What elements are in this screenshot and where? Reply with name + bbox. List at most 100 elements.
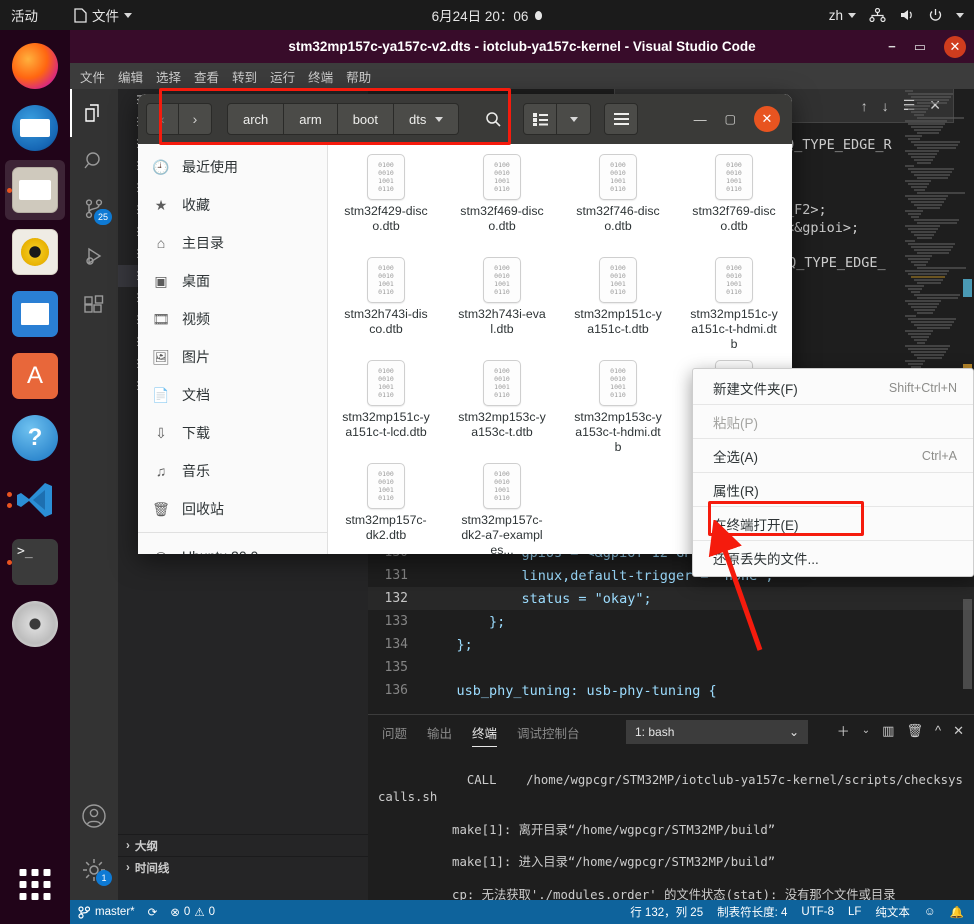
sidebar-item-video[interactable]: 🎞 视频	[138, 300, 327, 338]
activity-explorer[interactable]	[70, 89, 118, 137]
status-tab-size[interactable]: 制表符长度: 4	[717, 904, 787, 920]
close-button[interactable]: ✕	[944, 35, 966, 58]
tab-debug-console[interactable]: 调试控制台	[517, 715, 580, 750]
context-menu-item[interactable]: 还原丢失的文件...	[693, 541, 973, 574]
dock-item-dvd[interactable]	[5, 594, 65, 654]
close-panel-icon[interactable]: ✕	[953, 723, 964, 739]
menu-terminal[interactable]: 终端	[308, 67, 333, 86]
menu-selection[interactable]: 选择	[156, 67, 181, 86]
sidebar-item-trash[interactable]: 🗑 回收站	[138, 490, 327, 528]
code-line[interactable]: 135	[368, 656, 974, 679]
dock-item-firefox[interactable]	[5, 36, 65, 96]
system-indicators[interactable]: zh	[829, 8, 964, 23]
file-item[interactable]: 0100 0010 1001 0110 stm32h743i-disco.dtb	[328, 257, 444, 360]
split-terminal-icon[interactable]: ▥	[882, 723, 894, 739]
file-item[interactable]: 0100 0010 1001 0110 stm32f769-disco.dtb	[676, 154, 792, 257]
maximize-panel-icon[interactable]: ^	[935, 723, 941, 738]
status-problems[interactable]: ⊗ 0 ⚠ 0	[170, 905, 215, 919]
editor-scrollbar-thumb[interactable]	[963, 599, 972, 689]
sidebar-section-outline[interactable]: › 大纲	[118, 834, 368, 856]
code-line[interactable]: 136 usb_phy_tuning: usb-phy-tuning {	[368, 679, 974, 702]
minimize-button[interactable]: —	[694, 112, 707, 127]
menu-edit[interactable]: 编辑	[118, 67, 143, 86]
sidebar-item-music[interactable]: ♫ 音乐	[138, 452, 327, 490]
next-match-icon[interactable]: ↓	[882, 98, 889, 114]
activity-search[interactable]	[70, 137, 118, 185]
code-line[interactable]: 134 };	[368, 633, 974, 656]
menu-run[interactable]: 运行	[270, 67, 295, 86]
tab-problems[interactable]: 问题	[382, 715, 407, 750]
activity-settings[interactable]: 1	[70, 846, 118, 894]
sidebar-item-clock[interactable]: 🕘 最近使用	[138, 148, 327, 186]
activity-run-debug[interactable]	[70, 233, 118, 281]
file-item[interactable]: 0100 0010 1001 0110 stm32mp153c-ya153c-t-hdm…	[560, 360, 676, 463]
bell-icon[interactable]: 🔔	[950, 905, 964, 919]
dock-item-files[interactable]	[5, 160, 65, 220]
context-menu[interactable]: 新建文件夹(F) Shift+Ctrl+N 粘贴(P) 全选(A) Ctrl+A 属性(R…	[692, 368, 974, 577]
dock-item-thunderbird[interactable]	[5, 98, 65, 158]
file-manager-window-controls[interactable]: — ▢ ✕	[694, 106, 784, 132]
close-button[interactable]: ✕	[754, 106, 780, 132]
status-cursor-position[interactable]: 行 132，列 25	[630, 904, 703, 920]
dock-item-libreoffice-writer[interactable]	[5, 284, 65, 344]
file-item[interactable]: 0100 0010 1001 0110 stm32mp153c-ya153c-t.dtb	[444, 360, 560, 463]
previous-match-icon[interactable]: ↑	[861, 98, 868, 114]
vscode-menubar[interactable]: 文件 编辑 选择 查看 转到 运行 终端 帮助	[70, 63, 974, 89]
panel-tab-bar[interactable]: 问题 输出 终端 调试控制台 1: bash ⌄ ＋ ⌄ ▥ 🗑 ^ ✕	[368, 715, 974, 750]
sidebar-item-document[interactable]: 📄 文档	[138, 376, 327, 414]
status-encoding[interactable]: UTF-8	[801, 906, 834, 918]
file-item[interactable]: 0100 0010 1001 0110 stm32mp157c-dk2.dtb	[328, 463, 444, 554]
file-item[interactable]: 0100 0010 1001 0110 stm32mp151c-ya151c-t.dtb	[560, 257, 676, 360]
keyboard-layout-indicator[interactable]: zh	[829, 8, 856, 23]
sidebar-item-download[interactable]: ⇩ 下载	[138, 414, 327, 452]
file-item[interactable]: 0100 0010 1001 0110 stm32f746-disco.dtb	[560, 154, 676, 257]
view-options-button[interactable]	[557, 103, 592, 135]
sidebar-item-image[interactable]: 🖼 图片	[138, 338, 327, 376]
file-item[interactable]: 0100 0010 1001 0110 stm32mp157c-dk2-a7-examp…	[444, 463, 560, 554]
menu-help[interactable]: 帮助	[346, 67, 371, 86]
sidebar-item-desktop[interactable]: ▣ 桌面	[138, 262, 327, 300]
status-eol[interactable]: LF	[848, 906, 861, 918]
activity-extensions[interactable]	[70, 281, 118, 329]
file-item[interactable]: 0100 0010 1001 0110 stm32h743i-eval.dtb	[444, 257, 560, 360]
window-controls[interactable]: − ▭ ✕	[888, 35, 966, 58]
activity-source-control[interactable]: 25	[70, 185, 118, 233]
feedback-icon[interactable]: ☺	[924, 906, 936, 918]
view-list-button[interactable]	[523, 103, 558, 135]
terminal-output[interactable]: CALL /home/wgpcgr/STM32MP/iotclub-ya157c…	[368, 750, 974, 924]
file-manager-sidebar[interactable]: 🕘 最近使用 ★ 收藏 ⌂ 主目录 ▣ 桌面 🎞 视频 🖼 图片 📄 文档 ⇩ 下载 ♫ 音乐 🗑 回收站 ◎ Ubunt…	[138, 144, 328, 554]
minimize-button[interactable]: −	[888, 40, 896, 53]
kill-terminal-icon[interactable]: 🗑	[906, 723, 923, 739]
dock-item-ubuntu-software[interactable]: A	[5, 346, 65, 406]
file-item[interactable]: 0100 0010 1001 0110 stm32mp151c-ya151c-t-lcd…	[328, 360, 444, 463]
file-item[interactable]: 0100 0010 1001 0110 stm32mp151c-ya151c-t-hdm…	[676, 257, 792, 360]
dock-item-vscode[interactable]	[5, 470, 65, 530]
main-menu-button[interactable]	[604, 103, 639, 135]
maximize-button[interactable]: ▢	[725, 112, 736, 126]
code-line[interactable]: 132 status = "okay";	[368, 587, 974, 610]
new-terminal-dropdown-icon[interactable]: ⌄	[862, 725, 870, 736]
view-toggle-group[interactable]	[523, 103, 592, 135]
status-branch[interactable]: master*	[78, 905, 135, 919]
dock-item-terminal[interactable]: >_	[5, 532, 65, 592]
activity-accounts[interactable]	[70, 792, 118, 840]
file-item[interactable]: 0100 0010 1001 0110 stm32f469-disco.dtb	[444, 154, 560, 257]
menu-go[interactable]: 转到	[232, 67, 257, 86]
context-menu-item[interactable]: 全选(A) Ctrl+A	[693, 439, 973, 472]
tab-output[interactable]: 输出	[427, 715, 452, 750]
sidebar-section-timeline[interactable]: › 时间线	[118, 856, 368, 878]
new-terminal-icon[interactable]: ＋	[837, 721, 850, 740]
code-line[interactable]: 133 };	[368, 610, 974, 633]
sidebar-item-home[interactable]: ⌂ 主目录	[138, 224, 327, 262]
dock-item-help[interactable]: ?	[5, 408, 65, 468]
status-language-mode[interactable]: 纯文本	[875, 904, 910, 920]
terminal-select[interactable]: 1: bash ⌄	[626, 720, 808, 744]
sidebar-item-star[interactable]: ★ 收藏	[138, 186, 327, 224]
sidebar-item-disc[interactable]: ◎ Ubuntu 20.0	[138, 537, 327, 555]
dock-item-rhythmbox[interactable]	[5, 222, 65, 282]
maximize-button[interactable]: ▭	[914, 40, 926, 53]
panel-actions[interactable]: ＋ ⌄ ▥ 🗑 ^ ✕	[837, 721, 964, 740]
context-menu-item[interactable]: 新建文件夹(F) Shift+Ctrl+N	[693, 371, 973, 404]
tab-terminal[interactable]: 终端	[472, 715, 498, 750]
file-item[interactable]: 0100 0010 1001 0110 stm32f429-disco.dtb	[328, 154, 444, 257]
